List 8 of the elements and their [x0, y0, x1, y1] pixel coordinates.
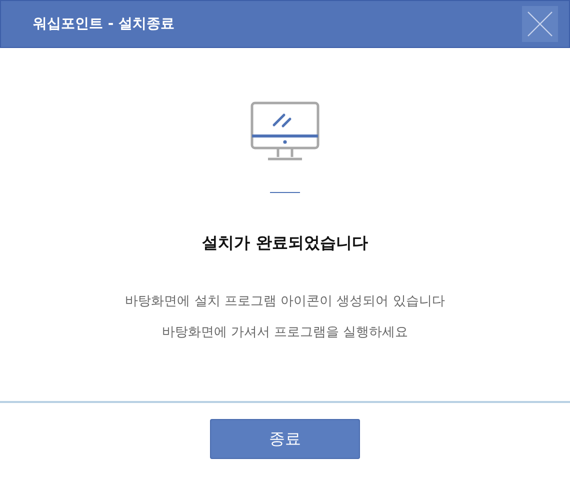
info-message: 바탕화면에 설치 프로그램 아이콘이 생성되어 있습니다 [125, 293, 445, 310]
exit-button[interactable]: 종료 [210, 419, 360, 459]
close-button[interactable] [522, 6, 558, 42]
close-icon [527, 11, 553, 37]
monitor-icon [250, 101, 320, 163]
completion-heading: 설치가 완료되었습니다 [202, 233, 368, 254]
window-title: 워십포인트 - 설치종료 [33, 15, 175, 33]
info-message: 바탕화면에 가셔서 프로그램을 실행하세요 [162, 324, 408, 341]
